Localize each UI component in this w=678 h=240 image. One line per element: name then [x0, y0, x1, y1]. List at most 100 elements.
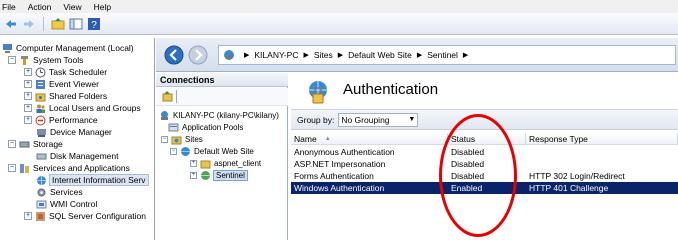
- application-icon: [201, 170, 210, 180]
- connect-icon[interactable]: [162, 91, 173, 102]
- column-header-status[interactable]: Status: [448, 133, 526, 145]
- expand-toggle[interactable]: +: [24, 116, 32, 124]
- toolbar-separator: [176, 90, 177, 103]
- tree-item-sql[interactable]: + SQL Server Configuration: [24, 210, 146, 222]
- clock-icon: [35, 67, 46, 77]
- expand-toggle[interactable]: +: [24, 212, 32, 220]
- tree-item-disk-management[interactable]: Disk Management: [36, 150, 119, 162]
- authentication-feature: Authentication Group by: No Grouping ▼ N…: [289, 73, 678, 240]
- performance-icon: [35, 115, 46, 125]
- website-globe-icon: [181, 146, 190, 156]
- menu-action[interactable]: Action: [28, 2, 52, 12]
- tree-item-label: WMI Control: [50, 199, 98, 209]
- chevron-down-icon: ▼: [408, 115, 416, 123]
- sites-folder-icon: [171, 136, 182, 144]
- tree-item-wmi[interactable]: WMI Control: [36, 198, 97, 210]
- expand-toggle[interactable]: +: [190, 171, 197, 179]
- table-row[interactable]: Anonymous Authentication Disabled: [291, 146, 678, 158]
- authentication-icon: [309, 81, 327, 104]
- expand-toggle[interactable]: +: [24, 68, 32, 76]
- tree-item-label: Task Scheduler: [49, 67, 108, 77]
- chevron-right-icon: ▶: [337, 52, 344, 59]
- menu-view[interactable]: View: [63, 2, 81, 12]
- expand-toggle[interactable]: +: [24, 104, 32, 112]
- expand-toggle[interactable]: +: [24, 92, 32, 100]
- connections-toolbar: [156, 88, 288, 106]
- breadcrumb-item[interactable]: Default Web Site: [348, 50, 412, 60]
- tree-item-label: Services: [50, 187, 83, 197]
- cell-name: ASP.NET Impersonation: [294, 159, 386, 169]
- page-title: Authentication: [343, 81, 439, 98]
- tree-item-local-users[interactable]: + Local Users and Groups: [24, 102, 141, 114]
- tree-item-label: Local Users and Groups: [49, 103, 141, 113]
- conn-item-sentinel[interactable]: + Sentinel: [190, 169, 248, 181]
- tree-item-services[interactable]: Services: [36, 186, 83, 198]
- table-row[interactable]: ASP.NET Impersonation Disabled: [291, 158, 678, 170]
- connections-panel: Connections KILANY-PC (kilany-PC\kilany)…: [156, 73, 288, 240]
- back-button-icon[interactable]: [164, 45, 184, 65]
- tree-item-performance[interactable]: + Performance: [24, 114, 98, 126]
- services-applications-icon: [20, 163, 29, 173]
- tree-item-storage[interactable]: − Storage: [8, 138, 63, 150]
- tree-item-event-viewer[interactable]: + Event Viewer: [24, 78, 99, 90]
- breadcrumb-item[interactable]: KILANY-PC: [254, 50, 298, 60]
- collapse-toggle[interactable]: −: [8, 56, 16, 64]
- iis-globe-icon: [37, 175, 46, 185]
- event-viewer-icon: [36, 79, 45, 89]
- tree-item-shared-folders[interactable]: + Shared Folders: [24, 90, 107, 102]
- device-manager-icon: [37, 128, 46, 137]
- conn-item-default-site[interactable]: − Default Web Site: [170, 145, 254, 157]
- conn-item-aspnet-client[interactable]: + aspnet_client: [190, 157, 261, 169]
- storage-icon: [19, 141, 30, 147]
- tree-item-system-tools[interactable]: − System Tools: [8, 54, 83, 66]
- menu-help[interactable]: Help: [94, 2, 111, 12]
- conn-item-server[interactable]: KILANY-PC (kilany-PC\kilany): [159, 109, 279, 121]
- svg-text:?: ?: [91, 20, 97, 31]
- tree-item-task-scheduler[interactable]: + Task Scheduler: [24, 66, 107, 78]
- collapse-toggle[interactable]: −: [161, 135, 168, 143]
- up-folder-icon[interactable]: [51, 17, 65, 31]
- expand-toggle[interactable]: +: [190, 159, 197, 167]
- column-header-response-type[interactable]: Response Type: [526, 133, 678, 145]
- table-row[interactable]: Forms Authentication Disabled HTTP 302 L…: [291, 170, 678, 182]
- cell-name: Anonymous Authentication: [294, 147, 395, 157]
- menu-file[interactable]: File: [2, 2, 16, 12]
- toolbar-separator: [43, 16, 44, 31]
- forward-arrow-icon[interactable]: [22, 17, 36, 31]
- show-hide-tree-icon[interactable]: [69, 17, 83, 31]
- conn-item-label: Sentinel: [213, 169, 248, 181]
- help-icon[interactable]: ?: [87, 17, 101, 31]
- tree-item-label: Performance: [49, 115, 98, 125]
- folder-icon: [200, 160, 211, 168]
- conn-item-label: Sites: [185, 134, 203, 144]
- breadcrumb[interactable]: ▶ KILANY-PC ▶ Sites ▶ Default Web Site ▶…: [218, 45, 676, 65]
- forward-button-icon[interactable]: [188, 45, 208, 65]
- breadcrumb-item[interactable]: Sentinel: [427, 50, 458, 60]
- tree-item-label: Device Manager: [50, 127, 112, 137]
- tree-item-iis[interactable]: Internet Information Serv: [36, 174, 149, 186]
- cell-status: Disabled: [451, 171, 485, 181]
- tree-item-device-manager[interactable]: Device Manager: [36, 126, 112, 138]
- tree-item-label: Disk Management: [50, 151, 119, 161]
- menu-bar: File Action View Help: [0, 0, 678, 13]
- group-by-select[interactable]: No Grouping ▼: [338, 112, 419, 127]
- breadcrumb-item[interactable]: Sites: [314, 50, 333, 60]
- collapse-toggle[interactable]: −: [8, 140, 16, 148]
- table-row-selected[interactable]: Windows Authentication Enabled HTTP 401 …: [291, 182, 678, 194]
- conn-item-sites[interactable]: − Sites: [161, 133, 203, 145]
- collapse-toggle[interactable]: −: [8, 164, 16, 172]
- expand-toggle[interactable]: +: [24, 80, 32, 88]
- cell-response: HTTP 401 Challenge: [529, 183, 609, 193]
- cell-response: HTTP 302 Login/Redirect: [529, 171, 625, 181]
- server-icon: [161, 110, 168, 120]
- collapse-toggle[interactable]: −: [170, 147, 177, 155]
- conn-item-app-pools[interactable]: Application Pools: [168, 121, 243, 133]
- back-arrow-icon[interactable]: [4, 17, 18, 31]
- group-by-value: No Grouping: [341, 114, 390, 125]
- cell-response: [526, 158, 529, 170]
- column-header-name[interactable]: Name ▲: [291, 133, 448, 145]
- tree-item-root[interactable]: Computer Management (Local): [2, 42, 134, 54]
- iis-manager-pane: ▶ KILANY-PC ▶ Sites ▶ Default Web Site ▶…: [156, 38, 678, 240]
- tree-item-services-apps[interactable]: − Services and Applications: [8, 162, 130, 174]
- column-header-label: Name: [294, 133, 317, 144]
